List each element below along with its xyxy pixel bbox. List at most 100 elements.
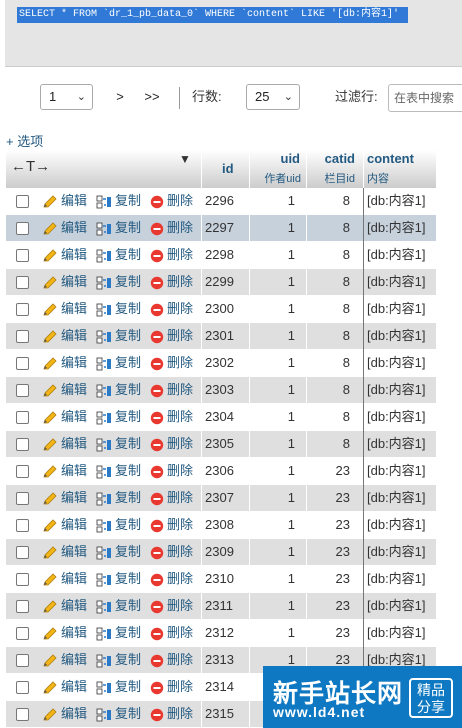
copy-button[interactable]: 复制 bbox=[96, 350, 141, 376]
edit-button[interactable]: 编辑 bbox=[42, 647, 87, 673]
copy-button[interactable]: 复制 bbox=[96, 647, 141, 673]
copy-button[interactable]: 复制 bbox=[96, 404, 141, 430]
delete-button[interactable]: 删除 bbox=[150, 215, 193, 241]
edit-button[interactable]: 编辑 bbox=[42, 485, 87, 511]
copy-button[interactable]: 复制 bbox=[96, 620, 141, 646]
copy-button[interactable]: 复制 bbox=[96, 269, 141, 295]
row-checkbox[interactable] bbox=[16, 708, 29, 721]
header-catid-label[interactable]: catid bbox=[325, 151, 355, 166]
edit-button[interactable]: 编辑 bbox=[42, 296, 87, 322]
delete-button[interactable]: 删除 bbox=[150, 188, 193, 214]
delete-button[interactable]: 删除 bbox=[150, 431, 193, 457]
copy-button[interactable]: 复制 bbox=[96, 323, 141, 349]
row-checkbox[interactable] bbox=[16, 546, 29, 559]
edit-button[interactable]: 编辑 bbox=[42, 566, 87, 592]
table-row[interactable]: 编辑 复制 删除 2306 1 23 [db:内容1] bbox=[6, 458, 436, 485]
header-content[interactable]: content 内容 bbox=[364, 150, 436, 188]
edit-button[interactable]: 编辑 bbox=[42, 431, 87, 457]
edit-button[interactable]: 编辑 bbox=[42, 188, 87, 214]
table-row[interactable]: 编辑 复制 删除 2303 1 8 [db:内容1] bbox=[6, 377, 436, 404]
delete-button[interactable]: 删除 bbox=[150, 647, 193, 673]
table-row[interactable]: 编辑 复制 删除 2311 1 23 [db:内容1] bbox=[6, 593, 436, 620]
page-select[interactable]: 1 ⌄ bbox=[40, 84, 93, 110]
row-checkbox[interactable] bbox=[16, 222, 29, 235]
table-row[interactable]: 编辑 复制 删除 2298 1 8 [db:内容1] bbox=[6, 242, 436, 269]
copy-button[interactable]: 复制 bbox=[96, 674, 141, 700]
copy-button[interactable]: 复制 bbox=[96, 512, 141, 538]
edit-button[interactable]: 编辑 bbox=[42, 242, 87, 268]
edit-button[interactable]: 编辑 bbox=[42, 458, 87, 484]
header-catid[interactable]: catid 栏目id bbox=[307, 150, 363, 188]
delete-button[interactable]: 删除 bbox=[150, 701, 193, 727]
row-checkbox[interactable] bbox=[16, 465, 29, 478]
delete-button[interactable]: 删除 bbox=[150, 323, 193, 349]
table-row[interactable]: 编辑 复制 删除 2296 1 8 [db:内容1] bbox=[6, 188, 436, 215]
row-checkbox[interactable] bbox=[16, 573, 29, 586]
edit-button[interactable]: 编辑 bbox=[42, 512, 87, 538]
row-checkbox[interactable] bbox=[16, 681, 29, 694]
row-checkbox[interactable] bbox=[16, 411, 29, 424]
row-checkbox[interactable] bbox=[16, 492, 29, 505]
column-arrows-icon[interactable]: ←T→ bbox=[11, 158, 50, 175]
copy-button[interactable]: 复制 bbox=[96, 566, 141, 592]
copy-button[interactable]: 复制 bbox=[96, 593, 141, 619]
copy-button[interactable]: 复制 bbox=[96, 431, 141, 457]
delete-button[interactable]: 删除 bbox=[150, 593, 193, 619]
delete-button[interactable]: 删除 bbox=[150, 539, 193, 565]
table-row[interactable]: 编辑 复制 删除 2305 1 8 [db:内容1] bbox=[6, 431, 436, 458]
copy-button[interactable]: 复制 bbox=[96, 296, 141, 322]
row-checkbox[interactable] bbox=[16, 303, 29, 316]
table-row[interactable]: 编辑 复制 删除 2312 1 23 [db:内容1] bbox=[6, 620, 436, 647]
table-row[interactable]: 编辑 复制 删除 2297 1 8 [db:内容1] bbox=[6, 215, 436, 242]
edit-button[interactable]: 编辑 bbox=[42, 539, 87, 565]
options-link[interactable]: + 选项 bbox=[6, 131, 43, 150]
row-checkbox[interactable] bbox=[16, 600, 29, 613]
table-row[interactable]: 编辑 复制 删除 2301 1 8 [db:内容1] bbox=[6, 323, 436, 350]
sql-query-text[interactable]: SELECT * FROM `dr_1_pb_data_0` WHERE `co… bbox=[17, 7, 408, 23]
delete-button[interactable]: 删除 bbox=[150, 566, 193, 592]
header-content-label[interactable]: content bbox=[367, 151, 414, 166]
sort-dropdown-icon[interactable]: ▼ bbox=[179, 152, 191, 166]
copy-button[interactable]: 复制 bbox=[96, 539, 141, 565]
edit-button[interactable]: 编辑 bbox=[42, 593, 87, 619]
edit-button[interactable]: 编辑 bbox=[42, 404, 87, 430]
row-checkbox[interactable] bbox=[16, 195, 29, 208]
filter-input[interactable]: 在表中搜索 bbox=[388, 84, 462, 112]
header-id-label[interactable]: id bbox=[222, 161, 234, 176]
delete-button[interactable]: 删除 bbox=[150, 485, 193, 511]
last-page-button[interactable]: >> bbox=[136, 84, 168, 110]
edit-button[interactable]: 编辑 bbox=[42, 377, 87, 403]
edit-button[interactable]: 编辑 bbox=[42, 215, 87, 241]
table-row[interactable]: 编辑 复制 删除 2304 1 8 [db:内容1] bbox=[6, 404, 436, 431]
copy-button[interactable]: 复制 bbox=[96, 188, 141, 214]
table-row[interactable]: 编辑 复制 删除 2300 1 8 [db:内容1] bbox=[6, 296, 436, 323]
header-uid[interactable]: uid 作者uid bbox=[250, 150, 306, 188]
rows-per-page-select[interactable]: 25 ⌄ bbox=[246, 84, 300, 110]
row-checkbox[interactable] bbox=[16, 519, 29, 532]
row-checkbox[interactable] bbox=[16, 384, 29, 397]
header-uid-label[interactable]: uid bbox=[281, 151, 301, 166]
table-row[interactable]: 编辑 复制 删除 2307 1 23 [db:内容1] bbox=[6, 485, 436, 512]
edit-button[interactable]: 编辑 bbox=[42, 620, 87, 646]
row-checkbox[interactable] bbox=[16, 249, 29, 262]
delete-button[interactable]: 删除 bbox=[150, 269, 193, 295]
delete-button[interactable]: 删除 bbox=[150, 620, 193, 646]
row-checkbox[interactable] bbox=[16, 357, 29, 370]
copy-button[interactable]: 复制 bbox=[96, 215, 141, 241]
delete-button[interactable]: 删除 bbox=[150, 458, 193, 484]
row-checkbox[interactable] bbox=[16, 438, 29, 451]
delete-button[interactable]: 删除 bbox=[150, 296, 193, 322]
row-checkbox[interactable] bbox=[16, 654, 29, 667]
header-id[interactable]: id bbox=[202, 150, 249, 188]
delete-button[interactable]: 删除 bbox=[150, 377, 193, 403]
edit-button[interactable]: 编辑 bbox=[42, 674, 87, 700]
delete-button[interactable]: 删除 bbox=[150, 512, 193, 538]
delete-button[interactable]: 删除 bbox=[150, 242, 193, 268]
copy-button[interactable]: 复制 bbox=[96, 377, 141, 403]
table-row[interactable]: 编辑 复制 删除 2310 1 23 [db:内容1] bbox=[6, 566, 436, 593]
table-row[interactable]: 编辑 复制 删除 2302 1 8 [db:内容1] bbox=[6, 350, 436, 377]
table-row[interactable]: 编辑 复制 删除 2308 1 23 [db:内容1] bbox=[6, 512, 436, 539]
delete-button[interactable]: 删除 bbox=[150, 404, 193, 430]
copy-button[interactable]: 复制 bbox=[96, 701, 141, 727]
table-row[interactable]: 编辑 复制 删除 2309 1 23 [db:内容1] bbox=[6, 539, 436, 566]
